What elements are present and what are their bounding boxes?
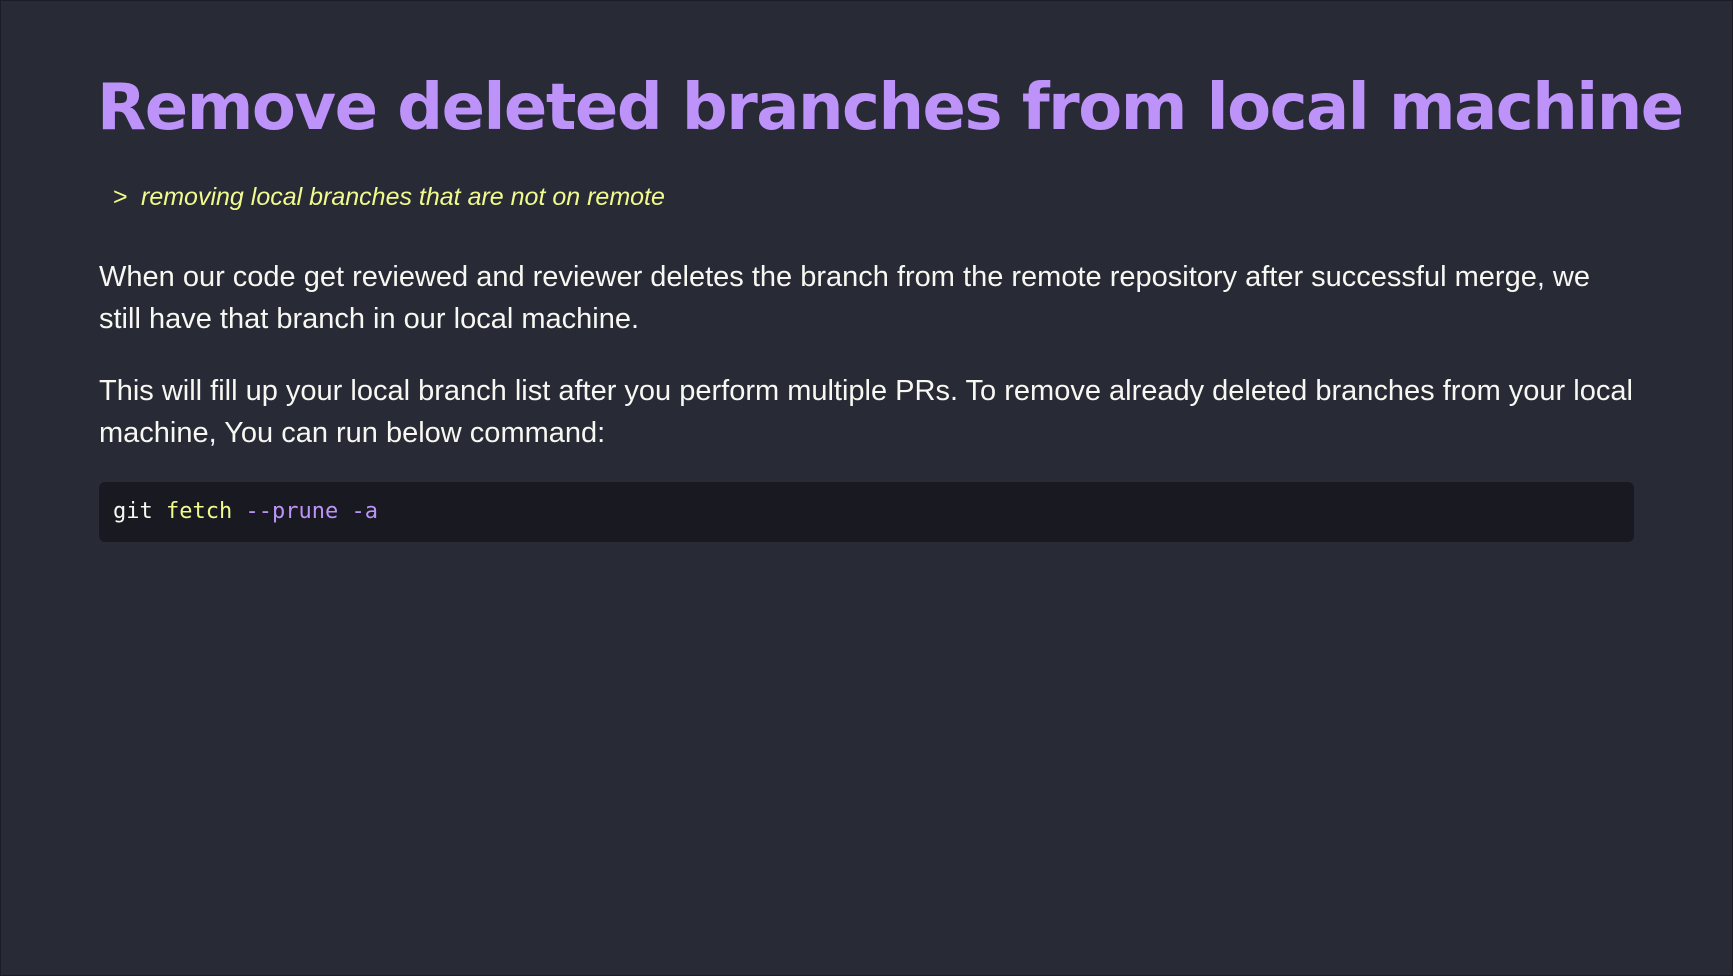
subtitle-text: removing local branches that are not on … <box>141 183 665 211</box>
subtitle-marker: > <box>113 183 128 211</box>
subtitle: > removing local branches that are not on… <box>113 180 665 214</box>
code-subcommand: fetch <box>166 499 233 524</box>
page-title: Remove deleted branches from local machi… <box>97 71 1684 145</box>
paragraph-intro: When our code get reviewed and reviewer … <box>99 261 1591 335</box>
code-command: git <box>113 499 153 524</box>
paragraph-instructions: This will fill up your local branch list… <box>99 375 1633 449</box>
code-flags: --prune -a <box>245 499 378 524</box>
code-block[interactable]: git fetch --prune -a <box>99 482 1634 542</box>
